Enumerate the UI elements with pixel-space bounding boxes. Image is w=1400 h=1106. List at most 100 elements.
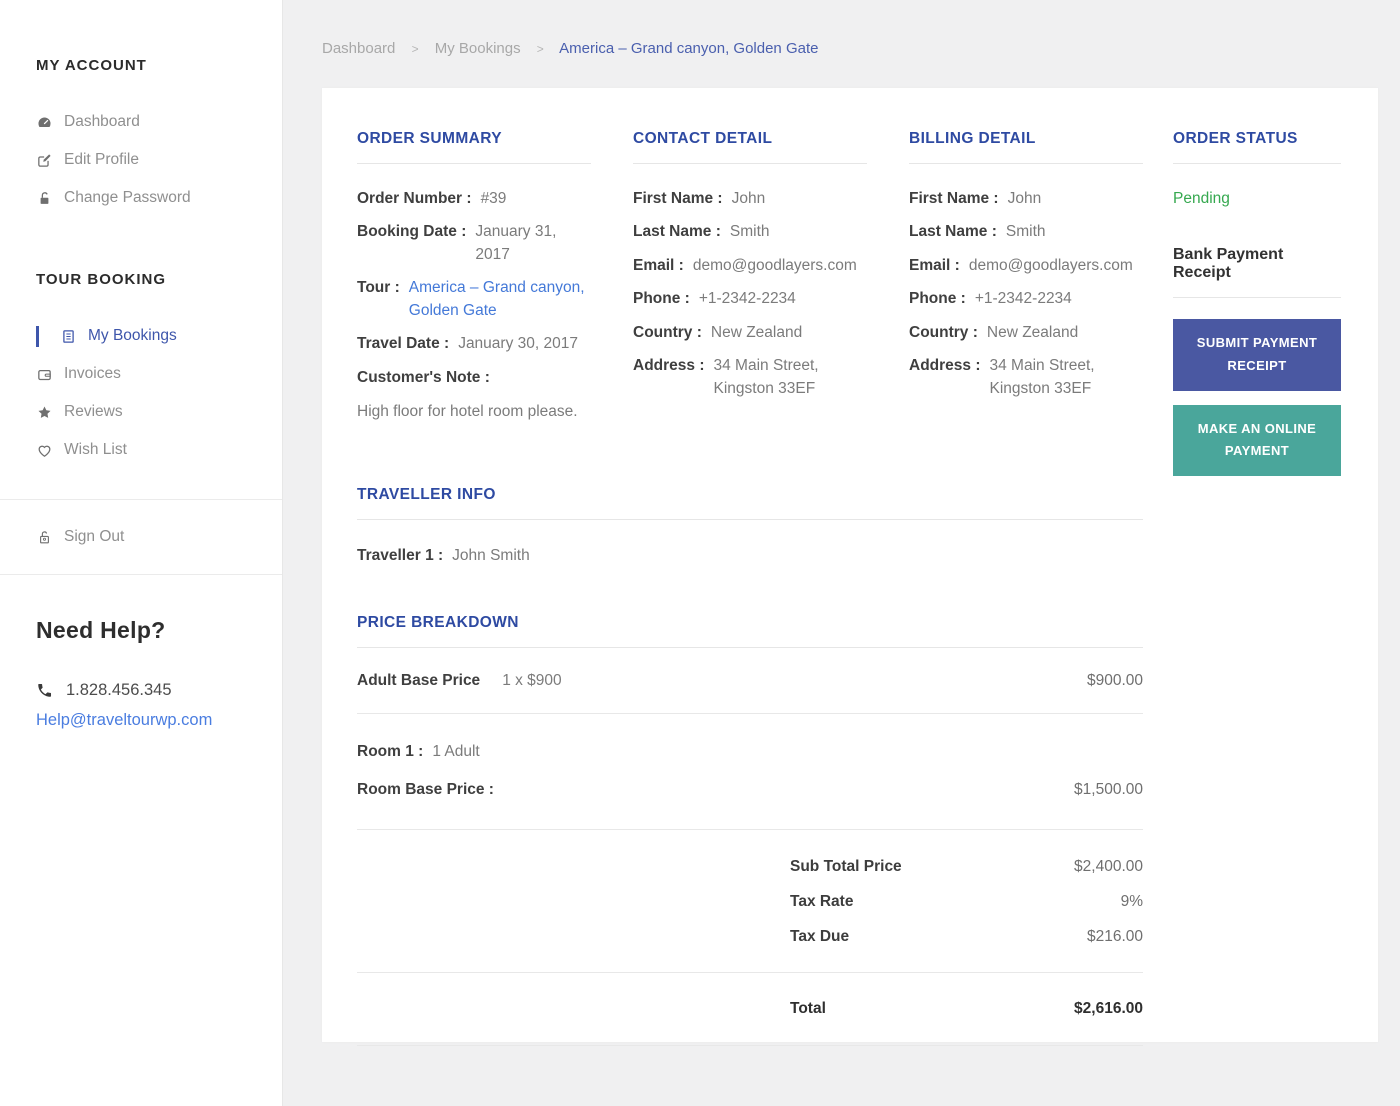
active-indicator-bar [36, 325, 39, 347]
dashboard-icon [36, 114, 53, 131]
field-value: 34 Main Street, Kingston 33EF [989, 357, 1095, 397]
order-summary-section: ORDER SUMMARY Order Number : #39 Booking… [357, 130, 591, 424]
price-breakdown-section: PRICE BREAKDOWN Adult Base Price 1 x $90… [357, 614, 1143, 1047]
order-detail-card: ORDER SUMMARY Order Number : #39 Booking… [322, 88, 1378, 1047]
sidebar-item-wish-list[interactable]: Wish List [0, 431, 282, 469]
bank-payment-receipt-label: Bank Payment Receipt [1173, 246, 1284, 281]
make-online-payment-button[interactable]: MAKE AN ONLINE PAYMENT [1173, 404, 1341, 476]
sidebar-item-label: My Bookings [88, 327, 177, 344]
traveller-info-section: TRAVELLER INFO Traveller 1 : John Smith [357, 486, 1143, 565]
signout-section: Sign Out [0, 499, 282, 575]
field-value: demo@goodlayers.com [968, 256, 1133, 274]
total-label: Tax Due [790, 928, 850, 946]
field-value: Smith [729, 223, 770, 241]
sidebar-item-label: Change Password [64, 189, 191, 206]
phone-row: Phone : +1-2342-2234 [633, 288, 867, 310]
breadcrumb-current: America – Grand canyon, Golden Gate [559, 40, 819, 57]
order-status-title: ORDER STATUS [1173, 130, 1298, 147]
field-value: John Smith [452, 546, 530, 564]
field-label: Phone : [633, 290, 690, 308]
address-row: Address : 34 Main Street, Kingston 33EF [909, 355, 1143, 400]
sidebar-item-my-bookings[interactable]: My Bookings [0, 317, 282, 355]
totals-block: Sub Total Price $2,400.00 Tax Rate 9% Ta… [357, 830, 1143, 974]
customers-note-label-row: Customer's Note : [357, 367, 591, 389]
sidebar-item-reviews[interactable]: Reviews [0, 393, 282, 431]
total-label: Total [790, 1000, 826, 1018]
sidebar-item-edit-profile[interactable]: Edit Profile [0, 141, 282, 179]
address-row: Address : 34 Main Street, Kingston 33EF [633, 355, 867, 400]
bookings-icon [60, 328, 77, 345]
field-value: John [1007, 190, 1042, 207]
sidebar-item-invoices[interactable]: Invoices [0, 355, 282, 393]
field-value: +1-2342-2234 [698, 290, 796, 308]
sub-total-row: Sub Total Price $2,400.00 [357, 858, 1143, 876]
travel-date-row: Travel Date : January 30, 2017 [357, 333, 591, 355]
tour-link[interactable]: America – Grand canyon, Golden Gate [409, 277, 591, 322]
help-phone-number: 1.828.456.345 [66, 681, 172, 699]
price-amount: $900.00 [1086, 671, 1143, 689]
country-row: Country : New Zealand [633, 322, 867, 344]
booking-nav: My Bookings Invoices Reviews Wish List [0, 317, 282, 469]
breadcrumb-my-bookings[interactable]: My Bookings [435, 40, 521, 57]
contact-detail-title: CONTACT DETAIL [633, 130, 773, 147]
room-block: Room 1 : 1 Adult Room Base Price : $1,50… [357, 714, 1143, 831]
need-help-title: Need Help? [36, 617, 166, 643]
help-phone-row: 1.828.456.345 [36, 681, 282, 700]
field-label: Phone : [909, 290, 966, 308]
field-label: Customer's Note : [357, 368, 490, 386]
phone-icon [36, 682, 53, 699]
divider [633, 163, 867, 164]
field-value: January 31, 2017 [475, 223, 557, 263]
field-value: 34 Main Street, Kingston 33EF [713, 357, 819, 397]
field-label: First Name : [633, 190, 723, 207]
room-base-price-row: Room Base Price : $1,500.00 [357, 779, 1143, 801]
price-breakdown-title: PRICE BREAKDOWN [357, 613, 519, 631]
field-label: Address : [633, 357, 705, 375]
field-label: Email : [909, 256, 960, 274]
breadcrumb-dashboard[interactable]: Dashboard [322, 40, 395, 57]
billing-detail-title: BILLING DETAIL [909, 130, 1036, 147]
phone-row: Phone : +1-2342-2234 [909, 288, 1143, 310]
sidebar-item-label: Sign Out [64, 528, 125, 545]
order-status-column: ORDER STATUS Pending Bank Payment Receip… [1173, 130, 1341, 1046]
order-main: ORDER SUMMARY Order Number : #39 Booking… [357, 130, 1143, 1047]
divider [1173, 163, 1341, 164]
divider [909, 163, 1143, 164]
field-value: January 30, 2017 [458, 335, 578, 353]
field-label: Email : [633, 256, 684, 274]
heart-icon [36, 442, 53, 459]
price-value: 1 Adult [432, 742, 480, 760]
field-label: Traveller 1 : [357, 546, 444, 564]
field-value: +1-2342-2234 [974, 290, 1072, 308]
field-label: Last Name : [633, 223, 721, 241]
help-email-link[interactable]: Help@traveltourwp.com [36, 711, 212, 730]
field-label: Order Number : [357, 190, 472, 207]
status-badge: Pending [1173, 190, 1230, 207]
total-amount: 9% [1120, 893, 1143, 911]
sidebar-item-label: Edit Profile [64, 151, 139, 168]
sidebar-item-sign-out[interactable]: Sign Out [0, 518, 282, 556]
edit-icon [36, 152, 53, 169]
sidebar-item-dashboard[interactable]: Dashboard [0, 103, 282, 141]
field-value: Smith [1005, 223, 1046, 241]
sidebar-section-my-account: MY ACCOUNT [36, 57, 147, 74]
account-nav: Dashboard Edit Profile Change Password [0, 103, 282, 217]
country-row: Country : New Zealand [909, 322, 1143, 344]
submit-payment-receipt-button[interactable]: SUBMIT PAYMENT RECEIPT [1173, 319, 1341, 391]
sidebar-item-change-password[interactable]: Change Password [0, 179, 282, 217]
email-row: Email : demo@goodlayers.com [633, 255, 867, 277]
tax-rate-row: Tax Rate 9% [357, 893, 1143, 911]
contact-detail-section: CONTACT DETAIL First Name : John Last Na… [633, 130, 867, 424]
price-label: Room 1 : [357, 742, 424, 760]
divider [1173, 297, 1341, 298]
price-label: Room Base Price : [357, 781, 494, 798]
sidebar: MY ACCOUNT Dashboard Edit Profile Change… [0, 0, 283, 1106]
sidebar-item-label: Invoices [64, 365, 121, 382]
breadcrumb: Dashboard > My Bookings > America – Gran… [284, 0, 1400, 57]
total-amount: $216.00 [1086, 928, 1143, 946]
billing-detail-section: BILLING DETAIL First Name : John Last Na… [909, 130, 1143, 424]
order-number-row: Order Number : #39 [357, 188, 591, 210]
field-label: Tour : [357, 279, 400, 297]
order-summary-title: ORDER SUMMARY [357, 130, 502, 147]
field-value: demo@goodlayers.com [692, 256, 857, 274]
